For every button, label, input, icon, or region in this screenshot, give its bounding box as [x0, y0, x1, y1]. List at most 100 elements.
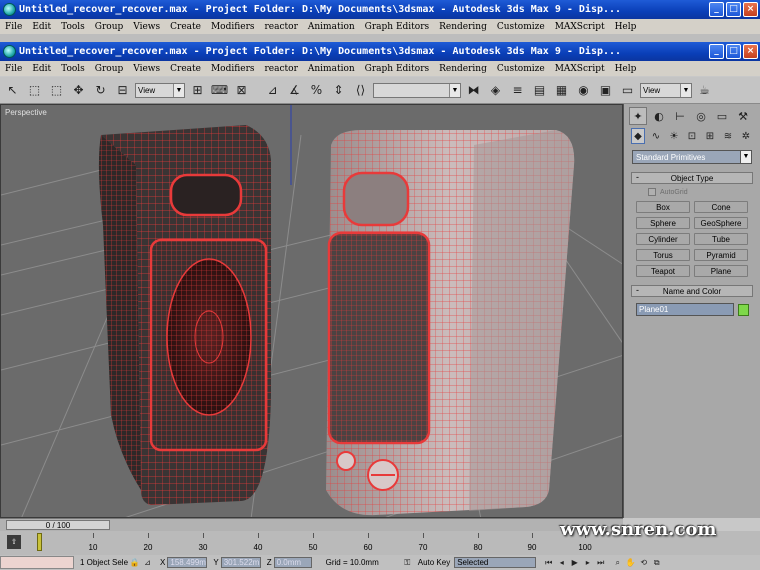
- menu-modifiers[interactable]: Modifiers: [206, 64, 260, 74]
- maximize-viewport-icon[interactable]: ⧉: [650, 557, 663, 569]
- lights-icon[interactable]: ☀: [667, 128, 681, 144]
- absolute-mode-icon[interactable]: ⊿: [141, 557, 154, 569]
- material-editor-icon[interactable]: ◉: [574, 81, 593, 100]
- create-tab-icon[interactable]: ✦: [629, 107, 647, 125]
- previous-frame-icon[interactable]: ◂: [555, 557, 568, 569]
- autogrid-checkbox[interactable]: [648, 188, 656, 196]
- quick-render-icon[interactable]: ▭: [618, 81, 637, 100]
- sphere-button[interactable]: Sphere: [636, 217, 690, 229]
- select-rotate-icon[interactable]: ↻: [91, 81, 110, 100]
- percent-snap-icon[interactable]: %: [307, 81, 326, 100]
- spinner-snap-icon[interactable]: ⇕: [329, 81, 348, 100]
- play-icon[interactable]: ▶: [568, 557, 581, 569]
- menu-create[interactable]: Create: [165, 22, 206, 32]
- zoom-icon[interactable]: ⌕: [611, 557, 624, 569]
- menu-file[interactable]: File: [0, 64, 27, 74]
- menu-group[interactable]: Group: [90, 22, 128, 32]
- open-mini-curve-editor-icon[interactable]: ⇧: [7, 535, 21, 549]
- arc-rotate-icon[interactable]: ⟲: [637, 557, 650, 569]
- menu-graph-editors[interactable]: Graph Editors: [360, 64, 434, 74]
- menu-customize[interactable]: Customize: [492, 64, 550, 74]
- select-arrow-icon[interactable]: ↖: [3, 81, 22, 100]
- next-frame-icon[interactable]: ▸: [581, 557, 594, 569]
- box-button[interactable]: Box: [636, 201, 690, 213]
- auto-key-label[interactable]: Auto Key: [418, 558, 450, 567]
- menu-rendering[interactable]: Rendering: [434, 22, 492, 32]
- close-button[interactable]: ×: [743, 2, 758, 17]
- back-window-title-bar[interactable]: Untitled_recover_recover.max - Project F…: [0, 0, 760, 19]
- menu-graph-editors[interactable]: Graph Editors: [360, 22, 434, 32]
- layer-manager-icon[interactable]: ≡: [508, 81, 527, 100]
- menu-customize[interactable]: Customize: [492, 22, 550, 32]
- frame-ruler[interactable]: 10 20 30 40 50 60 70 80 90 100: [35, 533, 595, 553]
- maximize-button[interactable]: □: [726, 44, 741, 59]
- tube-button[interactable]: Tube: [694, 233, 748, 245]
- teapot-button[interactable]: Teapot: [636, 265, 690, 277]
- motion-tab-icon[interactable]: ◎: [692, 107, 710, 125]
- hierarchy-tab-icon[interactable]: ⊢: [671, 107, 689, 125]
- utilities-tab-icon[interactable]: ⚒: [734, 107, 752, 125]
- key-icon[interactable]: ⚿: [401, 557, 414, 569]
- maximize-button[interactable]: □: [726, 2, 741, 17]
- geometry-icon[interactable]: ◆: [631, 128, 645, 144]
- menu-edit[interactable]: Edit: [27, 64, 56, 74]
- object-type-rollout[interactable]: - Object Type: [631, 172, 753, 184]
- window-crossing-icon[interactable]: ⬚: [47, 81, 66, 100]
- close-button[interactable]: ×: [743, 44, 758, 59]
- time-slider[interactable]: 0 / 100: [6, 520, 110, 530]
- named-selection-sets-dropdown[interactable]: ▼: [373, 82, 461, 98]
- select-scale-icon[interactable]: ⊟: [113, 81, 132, 100]
- key-mode-dropdown[interactable]: Selected: [454, 557, 537, 568]
- primitive-category-dropdown[interactable]: Standard Primitives ▼: [632, 150, 752, 164]
- align-icon[interactable]: ◈: [486, 81, 505, 100]
- menu-help[interactable]: Help: [610, 64, 642, 74]
- minimize-button[interactable]: _: [709, 44, 724, 59]
- autogrid-option[interactable]: AutoGrid: [648, 188, 760, 196]
- go-to-start-icon[interactable]: ⏮: [542, 557, 555, 569]
- systems-icon[interactable]: ✲: [739, 128, 753, 144]
- shapes-icon[interactable]: ∿: [649, 128, 663, 144]
- geosphere-button[interactable]: GeoSphere: [694, 217, 748, 229]
- menu-tools[interactable]: Tools: [56, 64, 90, 74]
- menu-edit[interactable]: Edit: [27, 22, 56, 32]
- pyramid-button[interactable]: Pyramid: [694, 249, 748, 261]
- plane-button[interactable]: Plane: [694, 265, 748, 277]
- pivot-center-icon[interactable]: ⊞: [188, 81, 207, 100]
- z-coordinate-field[interactable]: 0.0mm: [273, 557, 312, 568]
- keyboard-shortcut-icon[interactable]: ⌨: [210, 81, 229, 100]
- pan-icon[interactable]: ✋: [624, 557, 637, 569]
- object-color-swatch[interactable]: [738, 303, 749, 316]
- menu-modifiers[interactable]: Modifiers: [206, 22, 260, 32]
- menu-maxscript[interactable]: MAXScript: [550, 64, 610, 74]
- menu-views[interactable]: Views: [128, 64, 165, 74]
- menu-help[interactable]: Help: [610, 22, 642, 32]
- go-to-end-icon[interactable]: ⏭: [594, 557, 607, 569]
- x-coordinate-field[interactable]: 158.499m: [167, 557, 208, 568]
- select-move-icon[interactable]: ✥: [69, 81, 88, 100]
- menu-file[interactable]: File: [0, 22, 27, 32]
- display-tab-icon[interactable]: ▭: [713, 107, 731, 125]
- menu-rendering[interactable]: Rendering: [434, 64, 492, 74]
- y-coordinate-field[interactable]: 301.522m: [220, 557, 261, 568]
- helpers-icon[interactable]: ⊞: [703, 128, 717, 144]
- angle-snap-icon[interactable]: ∡: [285, 81, 304, 100]
- menu-tools[interactable]: Tools: [56, 22, 90, 32]
- menu-create[interactable]: Create: [165, 64, 206, 74]
- select-manipulate-icon[interactable]: ⊠: [232, 81, 251, 100]
- menu-views[interactable]: Views: [128, 22, 165, 32]
- curve-editor-icon[interactable]: ▤: [530, 81, 549, 100]
- menu-reactor[interactable]: reactor: [260, 64, 303, 74]
- main-window-title-bar[interactable]: Untitled_recover_recover.max - Project F…: [0, 42, 760, 61]
- render-type-dropdown[interactable]: View ▼: [640, 82, 692, 98]
- mirror-icon[interactable]: ⧓: [464, 81, 483, 100]
- cameras-icon[interactable]: ⊡: [685, 128, 699, 144]
- torus-button[interactable]: Torus: [636, 249, 690, 261]
- menu-group[interactable]: Group: [90, 64, 128, 74]
- cone-button[interactable]: Cone: [694, 201, 748, 213]
- render-teapot-icon[interactable]: ☕: [695, 81, 714, 100]
- selection-lock-icon[interactable]: 🔒: [128, 557, 141, 569]
- select-region-icon[interactable]: ⬚: [25, 81, 44, 100]
- schematic-view-icon[interactable]: ▦: [552, 81, 571, 100]
- menu-animation[interactable]: Animation: [303, 64, 360, 74]
- perspective-viewport[interactable]: Perspective: [0, 104, 623, 518]
